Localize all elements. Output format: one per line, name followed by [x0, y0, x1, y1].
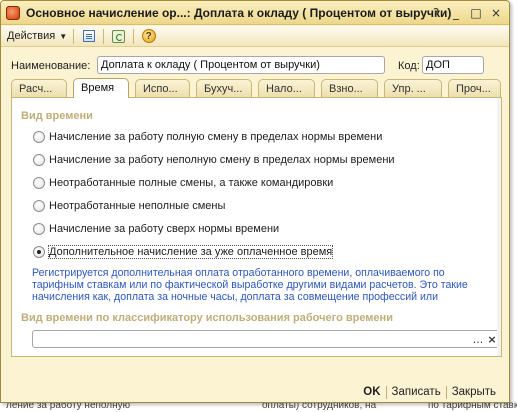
radio-label: Неотработанные полные смены, а также ком…	[49, 177, 334, 189]
refresh-icon	[112, 29, 126, 43]
toolbar-separator	[73, 28, 75, 44]
tab-management[interactable]: Упр. ...	[384, 79, 442, 97]
close-window-button[interactable]: ×	[487, 4, 505, 21]
radio-option-overtime[interactable]: Начисление за работу сверх нормы времени	[33, 223, 279, 235]
tab-taxes[interactable]: Нало...	[258, 79, 315, 97]
actions-label: Действия	[7, 30, 56, 42]
toolbar-separator	[133, 28, 135, 44]
radio-label: Начисление за работу полную смену в пред…	[49, 131, 383, 143]
help-title-button[interactable]: ?	[427, 4, 445, 21]
radio-label: Дополнительное начисление за уже оплачен…	[47, 245, 334, 259]
radio-button-checked[interactable]	[33, 246, 45, 258]
minimize-button[interactable]: _	[447, 4, 465, 21]
tab-panel-time: Вид времени Начисление за работу полную …	[11, 97, 502, 357]
option-description: Регистрируется дополнительная оплата отр…	[32, 267, 468, 303]
chevron-down-icon: ▼	[59, 31, 68, 41]
name-input[interactable]	[97, 56, 385, 74]
actions-menu-button[interactable]: Действия ▼	[7, 30, 67, 42]
tab-usage[interactable]: Испо...	[135, 79, 190, 97]
radio-option-full-shift[interactable]: Начисление за работу полную смену в пред…	[33, 131, 382, 143]
radio-button[interactable]	[33, 177, 45, 189]
classifier-input[interactable]: ... ×	[32, 330, 500, 348]
code-label: Код:	[398, 60, 420, 72]
title-buttons: ? _ □ ×	[427, 4, 505, 21]
scrollbar[interactable]	[497, 98, 501, 356]
tab-contributions[interactable]: Взно...	[321, 79, 378, 97]
tab-accounting[interactable]: Бухуч...	[196, 79, 252, 97]
tab-bar: Расч... Время Испо... Бухуч... Нало... В…	[11, 78, 501, 98]
toolbar-separator	[103, 28, 105, 44]
radio-button[interactable]	[33, 131, 45, 143]
select-button[interactable]: ...	[471, 331, 485, 347]
radio-option-additional[interactable]: Дополнительное начисление за уже оплачен…	[33, 245, 334, 259]
toolbar: Действия ▼ ?	[1, 26, 509, 47]
title-bar[interactable]: Основное начисление ор...: Доплата к окл…	[1, 1, 509, 25]
footer-buttons: OK Записать Закрыть	[1, 381, 509, 402]
radio-button[interactable]	[33, 200, 45, 212]
window-title: Основное начисление ор...: Доплата к окл…	[26, 5, 452, 20]
radio-option-partial-shift[interactable]: Начисление за работу неполную смену в пр…	[33, 154, 395, 166]
radio-button[interactable]	[33, 223, 45, 235]
close-button[interactable]: Закрыть	[447, 386, 501, 398]
radio-label: Неотработанные неполные смены	[49, 200, 226, 212]
dialog-window: Основное начисление ор...: Доплата к окл…	[0, 0, 510, 403]
name-label: Наименование:	[11, 60, 91, 72]
radio-button[interactable]	[33, 154, 45, 166]
code-input[interactable]	[422, 56, 484, 74]
ok-button[interactable]: OK	[358, 386, 385, 398]
radio-option-unworked-full[interactable]: Неотработанные полные смены, а также ком…	[33, 177, 333, 189]
tab-time[interactable]: Время	[73, 78, 129, 98]
tab-calculation[interactable]: Расч...	[11, 79, 67, 97]
refresh-button[interactable]	[110, 28, 127, 45]
app-icon	[6, 5, 20, 20]
save-button[interactable]: Записать	[387, 386, 446, 398]
tab-other[interactable]: Проч...	[448, 79, 501, 97]
list-icon	[82, 30, 95, 42]
classifier-heading: Вид времени по классификатору использова…	[21, 312, 393, 324]
help-icon: ?	[141, 29, 156, 43]
radio-label: Начисление за работу сверх нормы времени	[49, 223, 280, 235]
radio-option-unworked-partial[interactable]: Неотработанные неполные смены	[33, 200, 225, 212]
radio-label: Начисление за работу неполную смену в пр…	[49, 154, 395, 166]
help-button[interactable]: ?	[140, 28, 157, 45]
time-type-heading: Вид времени	[21, 110, 93, 122]
maximize-button[interactable]: □	[467, 4, 485, 21]
list-button[interactable]	[80, 28, 97, 45]
